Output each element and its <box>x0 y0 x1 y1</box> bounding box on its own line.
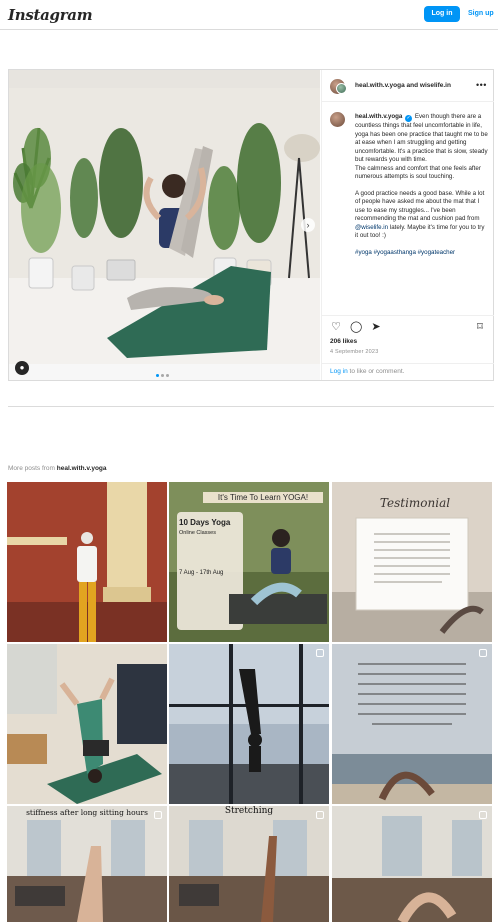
grid-post-image <box>169 644 329 804</box>
grid-post-image <box>332 806 492 922</box>
action-bar: ♡ ◯ ➤ ⌑ <box>322 315 494 337</box>
grid-post-image <box>7 644 167 804</box>
grid-post[interactable]: stiffness after long sitting hours <box>7 806 167 922</box>
avatar[interactable] <box>336 83 347 94</box>
grid-post[interactable] <box>169 644 329 804</box>
carousel-indicator <box>155 369 170 379</box>
multi-image-icon <box>479 811 487 819</box>
caption-username[interactable]: heal.with.v.yoga <box>355 113 402 120</box>
more-posts-label: More posts from heal.with.v.yoga <box>8 465 107 472</box>
caption-text: Even though there are a countless things… <box>355 113 488 163</box>
bookmark-icon[interactable]: ⌑ <box>474 321 486 333</box>
multi-image-icon <box>479 649 487 657</box>
grid-days-sub: Online Classes <box>179 530 216 536</box>
grid-caption-text: Stretching <box>224 806 274 816</box>
likes-count[interactable]: 206 likes <box>330 338 357 345</box>
grid-banner-text: It's Time To Learn YOGA! <box>203 492 323 503</box>
multi-image-icon <box>316 811 324 819</box>
grid-post-image <box>169 482 329 642</box>
heart-icon[interactable]: ♡ <box>330 321 342 333</box>
grid-days-title: 10 Days Yoga <box>179 518 231 527</box>
grid-post-image <box>169 806 329 922</box>
grid-caption-text: stiffness after long sitting hours <box>26 808 148 817</box>
carousel-dot <box>161 374 164 377</box>
login-button[interactable]: Log in <box>424 6 460 22</box>
more-posts-username[interactable]: heal.with.v.yoga <box>57 465 107 472</box>
carousel-dot <box>156 374 159 377</box>
yoga-pose-photo <box>9 88 320 364</box>
grid-post[interactable]: Testimonial <box>332 482 492 642</box>
mention-link[interactable]: @wiselife.in <box>355 224 388 231</box>
top-navigation-bar: Instagram Log in Sign up <box>0 0 498 30</box>
grid-post-image <box>7 806 167 922</box>
login-prompt: Log in to like or comment. <box>322 363 494 380</box>
hashtags[interactable]: #yoga #yogaasthanga #yogateacher <box>355 249 489 258</box>
caption-text: The calmness and comfort that one feels … <box>355 164 481 181</box>
more-posts-prefix: More posts from <box>8 465 55 472</box>
multi-image-icon <box>316 649 324 657</box>
post-header: heal.with.v.yoga and wiselife.in ••• <box>322 70 494 102</box>
post-authors[interactable]: heal.with.v.yoga and wiselife.in <box>355 82 451 89</box>
grid-post[interactable] <box>7 644 167 804</box>
post-date: 4 September 2023 <box>330 349 379 355</box>
grid-post[interactable]: Stretching <box>169 806 329 922</box>
login-link[interactable]: Log in <box>330 368 348 375</box>
more-icon[interactable]: ••• <box>476 80 487 90</box>
section-divider <box>8 406 494 407</box>
instagram-logo[interactable]: Instagram <box>8 6 93 24</box>
multi-image-icon <box>154 811 162 819</box>
grid-post[interactable] <box>332 806 492 922</box>
grid-post[interactable]: It's Time To Learn YOGA! 10 Days Yoga On… <box>169 482 329 642</box>
tag-icon[interactable]: ● <box>15 361 29 375</box>
login-prompt-text: to like or comment. <box>349 368 405 375</box>
carousel-dot <box>166 374 169 377</box>
caption-text: A good practice needs a good base. While… <box>355 189 485 223</box>
grid-post[interactable] <box>332 644 492 804</box>
post-sidebar: heal.with.v.yoga and wiselife.in ••• hea… <box>321 70 494 380</box>
grid-testimonial-title: Testimonial <box>379 496 451 510</box>
comment-icon[interactable]: ◯ <box>350 321 362 333</box>
post-caption: heal.with.v.yoga ✓ Even though there are… <box>355 113 489 265</box>
chevron-right-icon[interactable]: › <box>301 218 315 232</box>
post-media[interactable]: › ● <box>9 70 320 380</box>
grid-post-image <box>7 482 167 642</box>
grid-post-image <box>332 644 492 804</box>
grid-days-dates: 7 Aug - 17th Aug <box>179 570 224 576</box>
verified-icon: ✓ <box>405 115 413 122</box>
post-card: › ● heal.with.v.yoga and wiselife.in •••… <box>8 69 494 381</box>
share-icon[interactable]: ➤ <box>370 321 382 333</box>
avatar[interactable] <box>330 112 345 127</box>
grid-post[interactable] <box>7 482 167 642</box>
signup-link[interactable]: Sign up <box>468 10 494 17</box>
